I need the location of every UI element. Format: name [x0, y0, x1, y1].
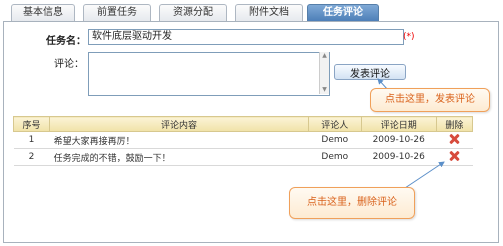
- delete-comment-callout: 点击这里，删除评论: [289, 187, 415, 219]
- callout-arrows: [377, 78, 445, 191]
- post-comment-callout: 点击这里，发表评论: [370, 88, 490, 112]
- delete-callout-arrow: [401, 161, 445, 191]
